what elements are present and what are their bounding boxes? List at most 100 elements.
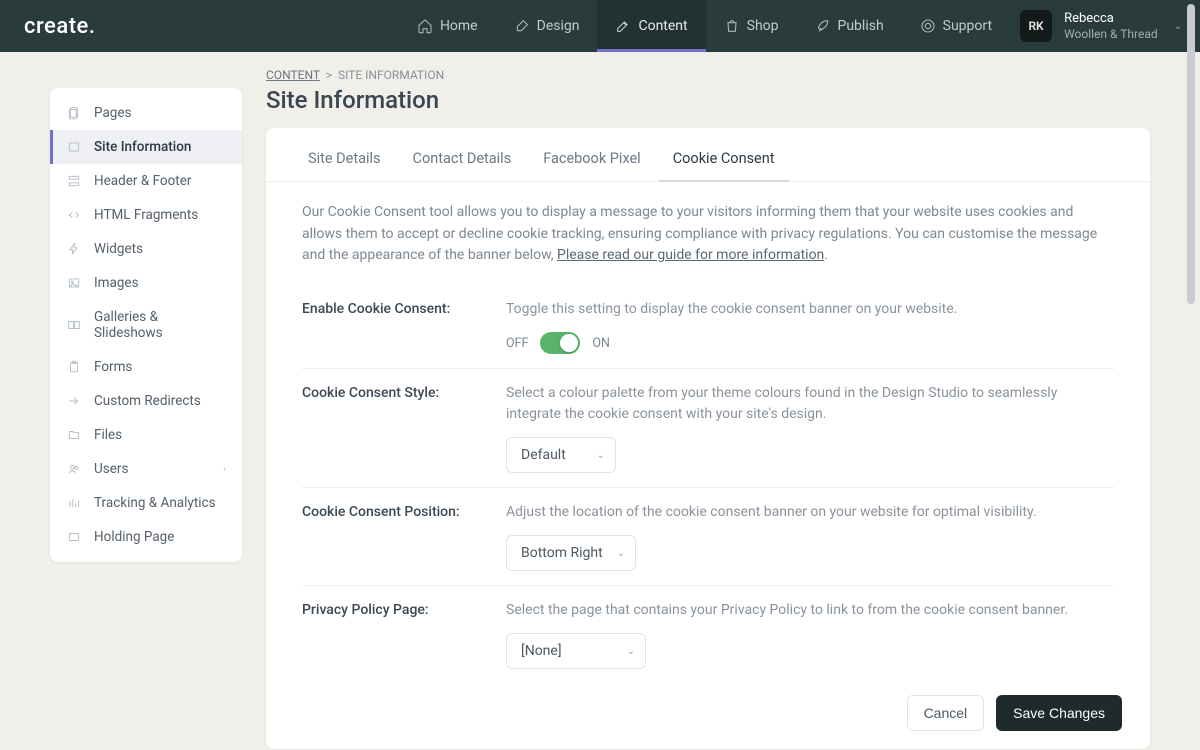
setting-label: Cookie Consent Position: — [302, 502, 482, 571]
bolt-icon — [66, 241, 82, 257]
nav-support[interactable]: Support — [902, 0, 1010, 52]
sidebar-item-images[interactable]: Images — [50, 266, 242, 300]
intro-text: Our Cookie Consent tool allows you to di… — [302, 202, 1114, 267]
sidebar-item-label: Files — [94, 427, 122, 443]
nav-publish[interactable]: Publish — [797, 0, 902, 52]
home-icon — [417, 18, 433, 34]
chevron-right-icon: › — [223, 464, 226, 475]
sidebar-item-label: Holding Page — [94, 529, 174, 545]
gallery-icon — [66, 317, 82, 333]
setting-desc: Toggle this setting to display the cooki… — [506, 299, 1114, 320]
sidebar-item-tracking[interactable]: Tracking & Analytics — [50, 486, 242, 520]
enable-toggle-row: OFF ON — [506, 332, 1114, 354]
breadcrumb-root[interactable]: CONTENT — [266, 68, 320, 82]
page-title: Site Information — [266, 86, 1150, 114]
edit-icon — [615, 18, 631, 34]
chart-icon — [66, 495, 82, 511]
layout-icon — [66, 173, 82, 189]
nav-label: Support — [943, 18, 992, 34]
tab-facebook-pixel[interactable]: Facebook Pixel — [529, 142, 655, 181]
sidebar-item-users[interactable]: Users › — [50, 452, 242, 486]
tab-cookie-consent[interactable]: Cookie Consent — [659, 142, 789, 181]
content-sidebar: Pages Site Information Header & Footer H… — [50, 88, 242, 562]
clipboard-icon — [66, 359, 82, 375]
sidebar-item-label: Custom Redirects — [94, 393, 201, 409]
redirect-icon — [66, 393, 82, 409]
tab-contact-details[interactable]: Contact Details — [399, 142, 526, 181]
sidebar-item-forms[interactable]: Forms — [50, 350, 242, 384]
sidebar-item-label: Images — [94, 275, 139, 291]
setting-enable: Enable Cookie Consent: Toggle this setti… — [302, 285, 1114, 369]
tab-bar: Site Details Contact Details Facebook Pi… — [266, 128, 1150, 182]
sidebar-item-holding-page[interactable]: Holding Page — [50, 520, 242, 554]
brand-name: create — [24, 14, 89, 39]
nav-content[interactable]: Content — [597, 0, 705, 52]
brand-dot: . — [89, 14, 96, 39]
sidebar-item-site-information[interactable]: Site Information — [50, 130, 242, 164]
sidebar-item-widgets[interactable]: Widgets — [50, 232, 242, 266]
main-column: CONTENT > SITE INFORMATION Site Informat… — [266, 64, 1150, 750]
breadcrumb-sep: > — [326, 68, 332, 82]
sidebar-item-files[interactable]: Files — [50, 418, 242, 452]
avatar: RK — [1020, 10, 1052, 42]
form-actions: Cancel Save Changes — [266, 689, 1150, 731]
sidebar-item-galleries[interactable]: Galleries & Slideshows — [50, 300, 242, 350]
setting-desc: Select the page that contains your Priva… — [506, 600, 1114, 621]
chevron-down-icon: ⌄ — [617, 548, 625, 559]
chevron-down-icon: ⌄ — [1170, 21, 1182, 32]
settings-panel: Site Details Contact Details Facebook Pi… — [266, 128, 1150, 749]
scrollbar-thumb[interactable] — [1187, 4, 1195, 304]
rocket-icon — [815, 18, 831, 34]
brush-icon — [514, 18, 530, 34]
setting-label: Enable Cookie Consent: — [302, 299, 482, 354]
position-select[interactable]: Bottom Right ⌄ — [506, 535, 636, 571]
pages-icon — [66, 105, 82, 121]
info-icon — [66, 139, 82, 155]
chevron-down-icon: ⌄ — [627, 646, 635, 657]
nav-label: Design — [537, 18, 580, 34]
users-icon — [66, 461, 82, 477]
nav-home[interactable]: Home — [399, 0, 496, 52]
sidebar-item-label: HTML Fragments — [94, 207, 198, 223]
sidebar-item-pages[interactable]: Pages — [50, 96, 242, 130]
save-button[interactable]: Save Changes — [996, 695, 1122, 731]
enable-cookie-toggle[interactable] — [540, 332, 580, 354]
setting-desc: Adjust the location of the cookie consen… — [506, 502, 1114, 523]
toggle-knob — [560, 334, 578, 352]
nav-shop[interactable]: Shop — [706, 0, 797, 52]
select-value: Bottom Right — [521, 545, 603, 561]
user-subtitle: Woollen & Thread — [1064, 27, 1158, 41]
chevron-down-icon: ⌄ — [597, 450, 605, 461]
lifebuoy-icon — [920, 18, 936, 34]
cancel-button[interactable]: Cancel — [907, 695, 985, 731]
holding-icon — [66, 529, 82, 545]
brand-logo[interactable]: create. — [0, 0, 119, 52]
bag-icon — [724, 18, 740, 34]
breadcrumb: CONTENT > SITE INFORMATION — [266, 64, 1150, 84]
style-select[interactable]: Default ⌄ — [506, 437, 616, 473]
sidebar-item-redirects[interactable]: Custom Redirects — [50, 384, 242, 418]
sidebar-item-header-footer[interactable]: Header & Footer — [50, 164, 242, 198]
tab-site-details[interactable]: Site Details — [294, 142, 395, 181]
nav-label: Home — [440, 18, 478, 34]
setting-style: Cookie Consent Style: Select a colour pa… — [302, 369, 1114, 488]
sidebar-item-label: Site Information — [94, 139, 191, 155]
page-scroll[interactable]: Pages Site Information Header & Footer H… — [0, 52, 1200, 750]
sidebar-item-label: Pages — [94, 105, 132, 121]
nav-label: Content — [638, 18, 687, 34]
scrollbar[interactable] — [1184, 0, 1198, 750]
nav-design[interactable]: Design — [496, 0, 598, 52]
folder-icon — [66, 427, 82, 443]
topbar: create. Home Design Content Shop — [0, 0, 1200, 52]
user-menu[interactable]: RK Rebecca Woollen & Thread ⌄ — [1010, 0, 1200, 52]
sidebar-item-label: Users — [94, 461, 128, 477]
sidebar-item-label: Header & Footer — [94, 173, 191, 189]
privacy-select[interactable]: [None] ⌄ — [506, 633, 646, 669]
toggle-off-label: OFF — [506, 336, 528, 351]
sidebar-item-html-fragments[interactable]: HTML Fragments — [50, 198, 242, 232]
code-icon — [66, 207, 82, 223]
breadcrumb-current: SITE INFORMATION — [338, 68, 444, 82]
intro-guide-link[interactable]: Please read our guide for more informati… — [557, 247, 824, 263]
setting-label: Privacy Policy Page: — [302, 600, 482, 669]
sidebar-item-label: Galleries & Slideshows — [94, 309, 226, 341]
